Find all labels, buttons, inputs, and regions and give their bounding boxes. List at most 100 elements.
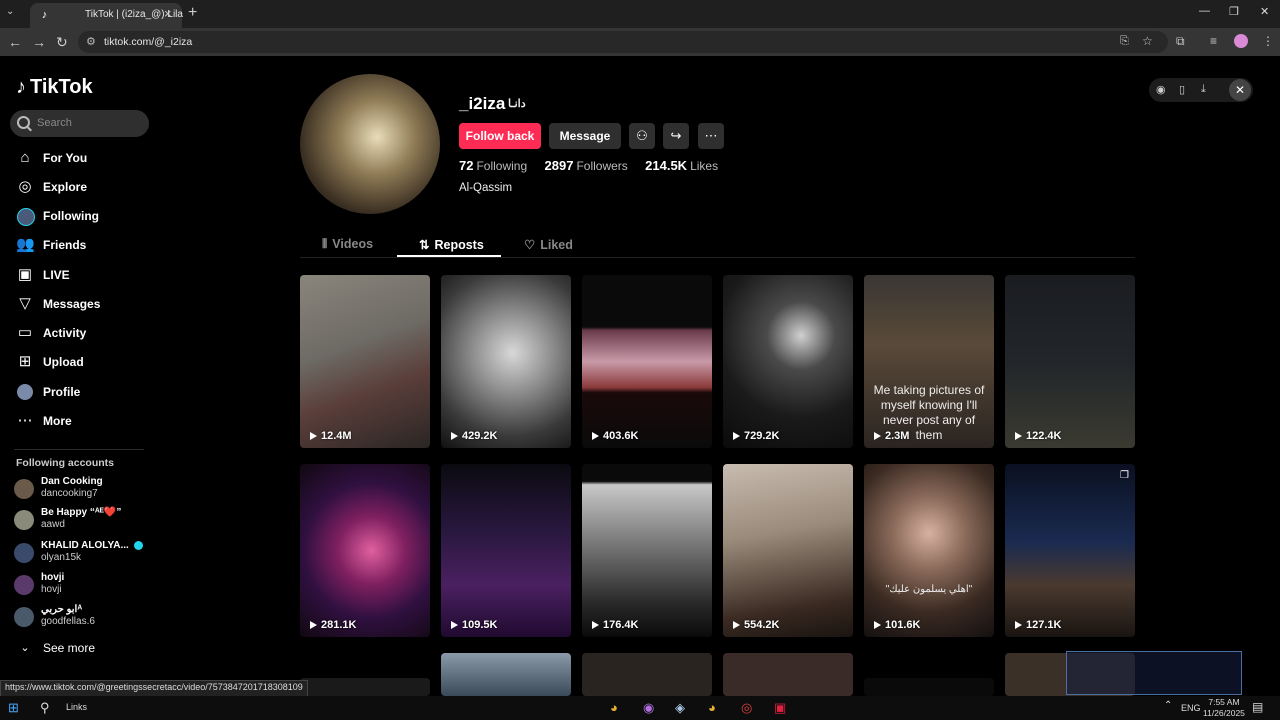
nav-friends[interactable]: 👥 Friends [14, 233, 164, 259]
nav-profile[interactable]: Profile [14, 380, 164, 406]
windows-start-icon[interactable]: ⊞ [8, 700, 19, 716]
restore-icon[interactable]: ❐ [1229, 5, 1239, 18]
tab-list-icon[interactable]: ⌄ [6, 6, 14, 17]
install-app-icon[interactable]: ⎘ [1120, 35, 1129, 48]
following-account[interactable]: hovji hovji [14, 572, 164, 600]
view-count: 127.1K [1015, 619, 1061, 631]
follow-back-button[interactable]: Follow back [459, 123, 541, 149]
site-info-icon[interactable]: ⚙ [86, 35, 96, 48]
profile-avatar[interactable] [300, 74, 440, 214]
following-account[interactable]: Dan Cooking dancooking7 [14, 476, 164, 504]
notification-icon[interactable]: ▤ [1252, 700, 1263, 714]
browser-menu-icon[interactable]: ⋮ [1262, 34, 1274, 48]
account-name: Be Happy “ᴬᴱ❤️” [41, 507, 122, 518]
video-card[interactable]: 176.4K [582, 464, 712, 637]
browser-profile-avatar[interactable] [1234, 34, 1248, 48]
add-friend-icon[interactable]: ⚇ [629, 123, 655, 149]
tray-chevron-icon[interactable]: ⌃ [1164, 700, 1172, 711]
nav-label: Friends [43, 238, 87, 252]
bookmark-star-icon[interactable]: ☆ [1142, 34, 1153, 48]
more-options-icon[interactable]: ⋯ [698, 123, 724, 149]
video-card[interactable] [441, 653, 571, 696]
video-card[interactable] [300, 678, 430, 696]
nav-explore[interactable]: ◎ Explore [14, 175, 164, 201]
nav-live[interactable]: ▣ LIVE [14, 263, 164, 289]
nav-messages[interactable]: ▽ Messages [14, 292, 164, 318]
video-card[interactable]: "اهلي يسلمون عليك" 101.6K [864, 464, 994, 637]
taskbar-search-label[interactable]: Links [66, 702, 87, 712]
steam-icon[interactable]: ◈ [675, 700, 685, 716]
tabs-divider [300, 257, 1135, 258]
share-icon[interactable]: ↪ [663, 123, 689, 149]
see-more-button[interactable]: ⌄ See more [14, 636, 164, 662]
video-card[interactable] [723, 653, 853, 696]
url-field[interactable]: ⚙ tiktok.com/@_i2iza ⎘ ☆ [78, 31, 1168, 53]
video-card[interactable] [864, 678, 994, 696]
view-count-text: 176.4K [603, 619, 639, 631]
pip-icon[interactable]: ◉ [1156, 83, 1166, 96]
app-red-icon[interactable]: ▣ [774, 700, 786, 716]
extensions-icon[interactable]: ⧉ [1176, 34, 1185, 49]
app-icon[interactable]: ◎ [741, 700, 752, 716]
following-account[interactable]: KHALID ALOLYA... olyan15k [14, 540, 164, 568]
new-tab-icon[interactable]: + [188, 4, 197, 22]
video-card[interactable]: 109.5K [441, 464, 571, 637]
video-card[interactable]: 122.4K [1005, 275, 1135, 448]
view-count-text: 281.1K [321, 619, 357, 631]
tab-label: Reposts [434, 238, 484, 252]
nav-more[interactable]: ⋯ More [14, 409, 164, 435]
close-window-icon[interactable]: ✕ [1260, 5, 1269, 18]
account-username: hovji [41, 584, 62, 595]
followers-label[interactable]: Followers [576, 159, 627, 173]
discord-icon[interactable]: ◉ [643, 700, 654, 716]
following-label[interactable]: Following [476, 159, 527, 173]
device-icon[interactable]: ▯ [1179, 83, 1185, 96]
close-tab-icon[interactable]: × [164, 6, 172, 21]
chrome-icon[interactable]: ◕ [610, 700, 618, 715]
browser-tab[interactable]: ♪ TikTok | (i2iza_@) Lila × [30, 3, 183, 28]
following-account[interactable]: ابو حربيᴬ goodfellas.6 [14, 604, 164, 632]
video-card[interactable]: 429.2K [441, 275, 571, 448]
video-card[interactable]: 12.4M [300, 275, 430, 448]
video-card[interactable]: 403.6K [582, 275, 712, 448]
address-bar-row: ← → ↻ ⚙ tiktok.com/@_i2iza ⎘ ☆ ⧉ ≡ ⋮ [0, 28, 1280, 56]
video-card[interactable]: Me taking pictures of myself knowing I'l… [864, 275, 994, 448]
nav-activity[interactable]: ▭ Activity [14, 321, 164, 347]
nav-label: For You [43, 151, 88, 165]
clock[interactable]: 7:55 AM 11/26/2025 [1203, 697, 1245, 719]
nav-following[interactable]: Following [14, 204, 164, 230]
video-card[interactable] [582, 653, 712, 696]
download-icon[interactable]: ⤓ [1201, 83, 1206, 96]
language-indicator[interactable]: ENG [1181, 703, 1201, 713]
video-card[interactable]: ❐ 127.1K [1005, 464, 1135, 637]
following-accounts-title: Following accounts [16, 457, 115, 469]
video-card[interactable]: 554.2K [723, 464, 853, 637]
view-count-text: 403.6K [603, 430, 639, 442]
followers-count: 2897 [544, 158, 574, 173]
tab-liked[interactable]: ♡ Liked [524, 237, 573, 252]
reload-icon[interactable]: ↻ [56, 34, 68, 51]
minimize-icon[interactable]: — [1199, 5, 1210, 17]
message-button[interactable]: Message [549, 123, 621, 149]
search-input[interactable]: Search [10, 110, 149, 137]
videos-grid-icon: ⫴ [322, 237, 328, 251]
video-card[interactable]: 729.2K [723, 275, 853, 448]
nav-label: Profile [43, 385, 81, 399]
video-card[interactable]: 281.1K [300, 464, 430, 637]
view-count-text: 101.6K [885, 619, 921, 631]
following-account[interactable]: Be Happy “ᴬᴱ❤️” aawd [14, 507, 164, 535]
nav-upload[interactable]: ⊞ Upload [14, 350, 164, 376]
search-icon[interactable]: ⚲ [40, 700, 50, 716]
forward-icon[interactable]: → [32, 34, 46, 50]
back-icon[interactable]: ← [8, 34, 22, 50]
nav-for-you[interactable]: ⌂ For You [14, 146, 164, 172]
view-count: 122.4K [1015, 430, 1061, 442]
close-icon[interactable]: ✕ [1229, 79, 1251, 101]
media-control-icon[interactable]: ≡ [1210, 34, 1217, 48]
tab-videos[interactable]: ⫴ Videos [322, 237, 373, 252]
tiktok-logo[interactable]: ♪ TikTok [16, 76, 93, 99]
view-count: 109.5K [451, 619, 497, 631]
tab-reposts[interactable]: ⇅ Reposts [419, 237, 484, 252]
chrome-active-icon[interactable]: ◕ [708, 700, 716, 715]
nav-label: More [43, 414, 72, 428]
